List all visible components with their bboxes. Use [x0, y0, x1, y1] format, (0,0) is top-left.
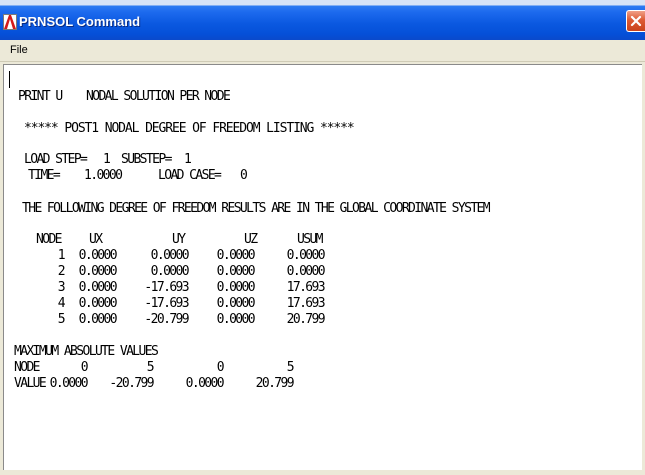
table-cell-uz: 0.0000 — [216, 264, 256, 279]
output-text-area[interactable]: PRINT U NODAL SOLUTION PER NODE ***** PO… — [3, 64, 642, 470]
substep-value: 1 — [184, 152, 192, 167]
substep-label: SUBSTEP= — [121, 152, 172, 167]
time-label: TIME= — [28, 168, 61, 183]
max-node-uz: 0 — [216, 360, 225, 375]
heading-title: NODAL SOLUTION PER NODE — [86, 89, 231, 104]
text-cursor — [9, 71, 10, 88]
max-node-ux: 0 — [80, 360, 89, 375]
table-cell-uy: 0.0000 — [150, 248, 190, 263]
time-value: 1.0000 — [84, 168, 123, 183]
column-header-node: NODE — [36, 232, 63, 247]
table-cell-uy: -17.693 — [144, 280, 189, 295]
table-cell-usum: 0.0000 — [286, 264, 326, 279]
load-case-value: 0 — [240, 168, 248, 183]
max-node-usum: 5 — [286, 360, 295, 375]
max-value-usum: 20.799 — [255, 376, 295, 391]
column-header-ux: UX — [89, 232, 103, 247]
max-values-title: MAXIMUM ABSOLUTE VALUES — [14, 344, 159, 359]
table-cell-uz: 0.0000 — [216, 312, 256, 327]
close-icon — [630, 15, 642, 27]
table-cell-usum: 17.693 — [286, 296, 326, 311]
max-value-uz: 0.0000 — [185, 376, 225, 391]
table-cell-ux: 0.0000 — [78, 280, 118, 295]
max-value-uy: -20.799 — [109, 376, 154, 391]
menu-file[interactable]: File — [8, 44, 30, 57]
title-bar[interactable]: PRNSOL Command — [0, 0, 645, 40]
table-cell-node: 2 — [57, 264, 66, 279]
table-cell-node: 4 — [57, 296, 66, 311]
table-cell-ux: 0.0000 — [78, 312, 118, 327]
table-cell-ux: 0.0000 — [78, 248, 118, 263]
table-cell-usum: 0.0000 — [286, 248, 326, 263]
max-node-uy: 5 — [146, 360, 155, 375]
column-header-uy: UY — [172, 232, 186, 247]
table-cell-uy: -17.693 — [144, 296, 189, 311]
table-cell-node: 3 — [57, 280, 66, 295]
load-step-label: LOAD STEP= — [24, 152, 88, 167]
table-cell-node: 1 — [57, 248, 66, 263]
load-case-label: LOAD CASE= — [158, 168, 222, 183]
table-cell-uy: 0.0000 — [150, 264, 190, 279]
ansys-logo-icon[interactable] — [3, 14, 17, 30]
window-title: PRNSOL Command — [19, 14, 141, 29]
table-cell-ux: 0.0000 — [78, 296, 118, 311]
menu-bar: File — [0, 40, 645, 62]
column-header-uz: UZ — [244, 232, 258, 247]
table-cell-usum: 17.693 — [286, 280, 326, 295]
table-cell-uz: 0.0000 — [216, 296, 256, 311]
load-step-value: 1 — [103, 152, 111, 167]
column-header-usum: USUM — [297, 232, 324, 247]
table-cell-uy: -20.799 — [144, 312, 189, 327]
max-value-ux: 0.0000 — [49, 376, 89, 391]
close-button[interactable] — [626, 10, 645, 32]
table-cell-node: 5 — [57, 312, 66, 327]
table-cell-ux: 0.0000 — [78, 264, 118, 279]
coordinate-system-note: THE FOLLOWING DEGREE OF FREEDOM RESULTS … — [22, 201, 491, 216]
table-cell-uz: 0.0000 — [216, 248, 256, 263]
listing-banner: ***** POST1 NODAL DEGREE OF FREEDOM LIST… — [24, 121, 355, 136]
heading-command: PRINT U — [18, 89, 63, 104]
table-cell-uz: 0.0000 — [216, 280, 256, 295]
table-cell-usum: 20.799 — [286, 312, 326, 327]
